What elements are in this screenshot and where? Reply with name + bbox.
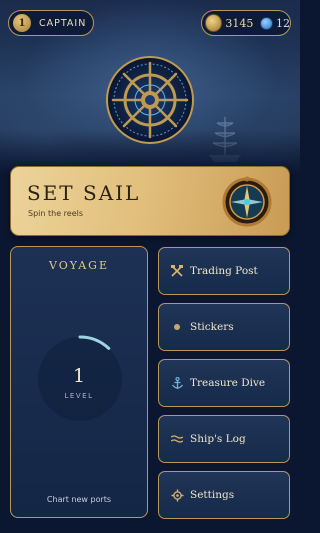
gold-amount: 3145 xyxy=(225,16,254,30)
anchor-icon xyxy=(170,376,184,390)
voyage-caption: Chart new ports xyxy=(46,495,112,504)
menu-label: Stickers xyxy=(190,321,234,333)
set-sail-title: SET SAIL xyxy=(27,181,141,205)
treasure-dive-button[interactable]: Treasure Dive xyxy=(158,359,290,407)
compass-icon xyxy=(222,176,272,227)
ships-wheel-emblem xyxy=(106,56,194,144)
blue-gem-icon xyxy=(260,16,273,30)
rank-title: CAPTAIN xyxy=(39,17,87,29)
gear-icon xyxy=(170,488,184,502)
level-value: 1 xyxy=(72,365,86,387)
menu-label: Treasure Dive xyxy=(190,377,266,389)
menu-label: Settings xyxy=(190,489,235,501)
ships-log-button[interactable]: Ship's Log xyxy=(158,415,290,463)
gem-amount: 12 xyxy=(276,16,290,30)
dot-icon xyxy=(170,320,184,334)
set-sail-button[interactable]: SET SAIL Spin the reels xyxy=(10,166,290,236)
menu-label: Trading Post xyxy=(190,265,258,277)
crossed-hammers-icon xyxy=(170,264,184,278)
settings-button[interactable]: Settings xyxy=(158,471,290,519)
gold-coin-icon xyxy=(205,14,223,32)
stickers-button[interactable]: Stickers xyxy=(158,303,290,351)
trading-post-button[interactable]: Trading Post xyxy=(158,247,290,295)
level-label: LEVEL xyxy=(64,392,94,400)
rank-level-badge: 1 xyxy=(13,14,31,32)
captain-rank-pill[interactable]: 1 CAPTAIN xyxy=(8,10,94,36)
menu-label: Ship's Log xyxy=(190,433,246,445)
set-sail-subtitle: Spin the reels xyxy=(28,209,84,218)
waves-icon xyxy=(170,432,184,446)
voyage-title: VOYAGE xyxy=(49,259,109,272)
voyage-panel[interactable]: VOYAGE 1 LEVEL Chart new ports xyxy=(10,246,148,518)
currency-pill[interactable]: 3145 12 xyxy=(201,10,291,36)
